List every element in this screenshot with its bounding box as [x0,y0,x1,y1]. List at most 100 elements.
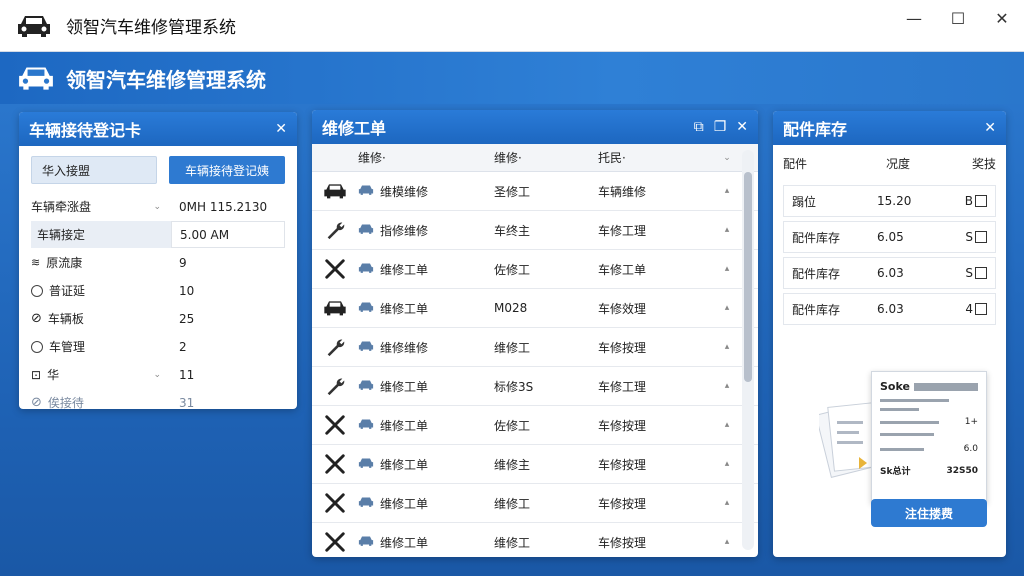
row-marker-icon[interactable]: ▴ [718,225,736,235]
time-input[interactable]: 5.00 AM [171,221,285,248]
row-marker-icon[interactable]: ▴ [718,264,736,274]
order-name: 维模维修 [380,184,429,199]
order-status: 车修按理 [598,418,647,433]
car-icon [358,262,374,277]
field-value: 0MH 115.2130 [179,199,268,214]
form-row[interactable]: ⊘ 俟接待 31 [19,389,297,409]
row-marker-icon[interactable]: ▴ [718,342,736,352]
order-name: 维修工单 [380,457,429,472]
wrench-icon [312,219,358,241]
order-status: 车修工单 [598,262,647,277]
form-row[interactable]: 普证延 10 [19,277,297,304]
wrench-icon [312,336,358,358]
table-row[interactable]: 指修维修 车终主 车修工理 ▴ [312,211,758,250]
car-icon [8,0,60,52]
car-icon [312,299,358,317]
radio-icon[interactable] [31,340,43,353]
form-row[interactable]: 车辆牵涨盘 ⌄ 0MH 115.2130 [19,193,297,220]
form-row[interactable]: ⊘ 车辆板 25 [19,305,297,332]
order-status: 车修工理 [598,223,647,238]
form-row[interactable]: 车辆接定 5.00 AM [19,221,297,248]
parts-table-header: 配件 况度 奖技 [773,145,1006,181]
column-header[interactable]: 维修· [358,149,494,166]
part-qty: 6.03 [877,302,904,316]
maximize-button[interactable]: ☐ [936,0,980,36]
table-row[interactable]: 维修工单 佐修工 车修工单 ▴ [312,250,758,289]
road-icon: ≋ [31,256,41,269]
chevron-down-icon[interactable]: ⌄ [153,202,161,212]
close-icon[interactable]: ✕ [984,120,996,136]
order-status: 车修按理 [598,457,647,472]
check-circle-icon[interactable]: ⊘ [31,395,42,409]
receipt-total-label: Sk总计 [880,467,911,477]
column-header[interactable]: 维修· [494,149,598,166]
part-flag: 4 [965,302,973,316]
scrollbar[interactable] [742,150,754,550]
table-row[interactable]: 维修工单 维修工 车修按理 ▴ [312,523,758,557]
table-row[interactable]: 维修工单 维修工 车修按理 ▴ [312,484,758,523]
checkbox[interactable] [975,231,987,243]
close-icon[interactable]: ✕ [275,121,287,137]
order-name: 维修工单 [380,535,429,550]
order-worker: 维修主 [494,457,531,472]
table-row[interactable]: 维修工单 标修3S 车修工理 ▴ [312,367,758,406]
close-window-button[interactable]: ✕ [980,0,1024,36]
app-header: 领智汽车维修管理系统 [0,52,1024,104]
car-icon [358,379,374,394]
table-row[interactable]: 蹋位 15.20 B [783,185,996,217]
import-button[interactable]: 华入接盟 [31,156,158,184]
column-header[interactable]: 托民· [598,149,718,166]
car-icon [16,58,56,98]
part-name: 配件库存 [792,302,841,317]
table-row[interactable]: 维模维修 圣修工 车辆维修 ▴ [312,172,758,211]
chevron-down-icon[interactable]: ⌄ [718,153,736,163]
checkbox[interactable] [975,195,987,207]
work-orders-panel-header: 维修工单 ⧉ ❐ ✕ [312,110,758,144]
check-circle-icon[interactable]: ⊘ [31,311,42,326]
field-value: 9 [179,255,187,270]
row-marker-icon[interactable]: ▴ [718,498,736,508]
form-row[interactable]: 车管理 2 [19,333,297,360]
restore-icon[interactable]: ❐ [714,119,727,135]
field-label: 原流康 [46,256,83,270]
form-row[interactable]: ⊡ 华 ⌄ 11 [19,361,297,388]
parts-panel-header: 配件库存 ✕ [773,111,1006,145]
table-row[interactable]: 维修工单 维修主 车修按理 ▴ [312,445,758,484]
part-qty: 15.20 [877,194,912,208]
register-button[interactable]: 车辆接待登记姨 [169,156,285,184]
checkbox[interactable] [975,267,987,279]
field-label: 车辆板 [47,312,84,326]
table-row[interactable]: 配件库存 6.03 4 [783,293,996,325]
row-marker-icon[interactable]: ▴ [718,186,736,196]
table-row[interactable]: 维修维修 维修工 车修按理 ▴ [312,328,758,367]
pay-button[interactable]: 注住搂费 [871,499,987,527]
field-value: 11 [179,367,195,382]
form-row[interactable]: ≋ 原流康 9 [19,249,297,276]
order-status: 车修按理 [598,535,647,550]
minimize-button[interactable]: — [892,0,936,36]
checkbox[interactable] [975,303,987,315]
row-marker-icon[interactable]: ▴ [718,537,736,547]
row-marker-icon[interactable]: ▴ [718,381,736,391]
scrollbar-thumb[interactable] [744,172,752,382]
row-marker-icon[interactable]: ▴ [718,420,736,430]
order-name: 维修工单 [380,379,429,394]
row-marker-icon[interactable]: ▴ [718,303,736,313]
car-icon [358,184,374,199]
table-row[interactable]: 维修工单 M028 车修效理 ▴ [312,289,758,328]
order-worker: 维修工 [494,496,531,511]
order-worker: 维修工 [494,535,531,550]
table-row[interactable]: 配件库存 6.05 S [783,221,996,253]
table-row[interactable]: 维修工单 佐修工 车修按理 ▴ [312,406,758,445]
reception-panel-header: 车辆接待登记卡 ✕ [19,112,297,146]
table-row[interactable]: 配件库存 6.03 S [783,257,996,289]
chevron-down-icon[interactable]: ⌄ [153,370,161,380]
copy-icon[interactable]: ⧉ [694,119,704,135]
reception-panel-title: 车辆接待登记卡 [29,121,142,140]
part-qty: 6.03 [877,266,904,280]
order-worker: 车终主 [494,223,531,238]
row-marker-icon[interactable]: ▴ [718,459,736,469]
radio-icon[interactable] [31,284,43,297]
part-qty: 6.05 [877,230,904,244]
close-icon[interactable]: ✕ [736,119,748,135]
